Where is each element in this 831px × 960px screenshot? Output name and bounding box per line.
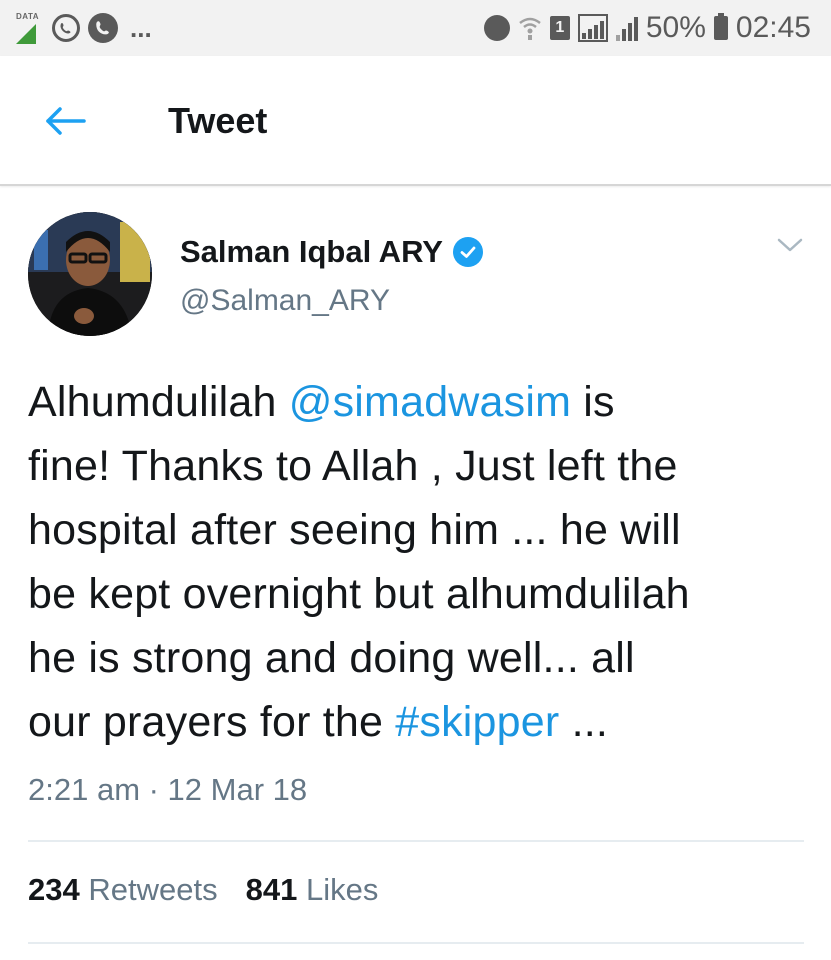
tweet-text-line: fine! Thanks to Allah , Just left the bbox=[28, 434, 818, 498]
tweet-text: Alhumdulilah @simadwasim is fine! Thanks … bbox=[28, 370, 818, 754]
battery-percent: 50% bbox=[645, 11, 706, 44]
tweet-text-segment: be kept overnight but alhumdulilah bbox=[28, 570, 690, 618]
signal-strength-icon-1 bbox=[577, 14, 608, 42]
mention-link[interactable]: @simadwasim bbox=[289, 378, 571, 426]
author-name[interactable]: Salman Iqbal ARY bbox=[180, 234, 483, 270]
verified-badge-icon bbox=[453, 237, 483, 267]
status-bar-right: 1 50% 02:45 bbox=[483, 8, 811, 48]
chevron-down-icon bbox=[777, 238, 803, 252]
tweet-text-segment: Alhumdulilah bbox=[28, 378, 289, 426]
phone-call-icon bbox=[88, 13, 118, 43]
likes-stat[interactable]: 841 Likes bbox=[246, 872, 379, 908]
battery-icon bbox=[713, 13, 728, 40]
tweet-text-segment: he is strong and doing well... all bbox=[28, 634, 635, 682]
author-display-name[interactable]: Salman Iqbal ARY bbox=[180, 234, 443, 270]
alarm-icon bbox=[483, 15, 510, 41]
status-bar-left: DATA ... bbox=[14, 10, 152, 46]
whatsapp-icon bbox=[52, 14, 80, 42]
sim-slot-icon: 1 bbox=[549, 16, 570, 40]
hashtag-link[interactable]: #skipper bbox=[395, 698, 559, 746]
tweet-stats: 234 Retweets 841 Likes bbox=[28, 872, 378, 908]
tweet-text-line: he is strong and doing well... all bbox=[28, 626, 818, 690]
mobile-data-icon: DATA bbox=[14, 12, 44, 44]
tweet-text-line: hospital after seeing him ... he will bbox=[28, 498, 818, 562]
signal-strength-icon-2 bbox=[615, 15, 638, 41]
tweet-text-segment: our prayers for the bbox=[28, 698, 396, 746]
tweet-text-segment: is bbox=[571, 378, 615, 426]
more-notifications-icon: ... bbox=[130, 13, 152, 43]
tweet-text-line: Alhumdulilah @simadwasim is bbox=[28, 370, 818, 434]
clock: 02:45 bbox=[735, 11, 811, 44]
tweet-text-segment: ... bbox=[559, 698, 609, 746]
retweets-label: Retweets bbox=[88, 872, 218, 907]
likes-label: Likes bbox=[305, 872, 379, 907]
page-title: Tweet bbox=[168, 100, 268, 141]
retweets-count: 234 bbox=[28, 872, 80, 907]
tweet-text-line: our prayers for the #skipper ... bbox=[28, 690, 818, 754]
back-arrow-icon bbox=[46, 107, 86, 135]
back-button[interactable] bbox=[40, 96, 90, 146]
profile-photo bbox=[28, 212, 152, 336]
tweet-timestamp: 2:21 am · 12 Mar 18 bbox=[28, 772, 308, 807]
likes-count: 841 bbox=[245, 872, 298, 907]
tweet-text-segment: fine! Thanks to Allah , Just left the bbox=[28, 442, 678, 490]
divider bbox=[28, 942, 804, 944]
avatar[interactable] bbox=[28, 212, 152, 336]
divider bbox=[28, 840, 804, 842]
status-bar: DATA ... 1 50% 02:45 bbox=[0, 0, 831, 56]
tweet-options-button[interactable] bbox=[772, 230, 808, 260]
app-header: Tweet bbox=[0, 56, 831, 186]
data-label: DATA bbox=[16, 12, 40, 21]
author-handle[interactable]: @Salman_ARY bbox=[180, 284, 390, 318]
tweet-text-segment: hospital after seeing him ... he will bbox=[28, 506, 681, 554]
tweet-text-line: be kept overnight but alhumdulilah bbox=[28, 562, 818, 626]
retweets-stat[interactable]: 234 Retweets bbox=[28, 872, 218, 908]
wifi-icon bbox=[519, 17, 541, 40]
